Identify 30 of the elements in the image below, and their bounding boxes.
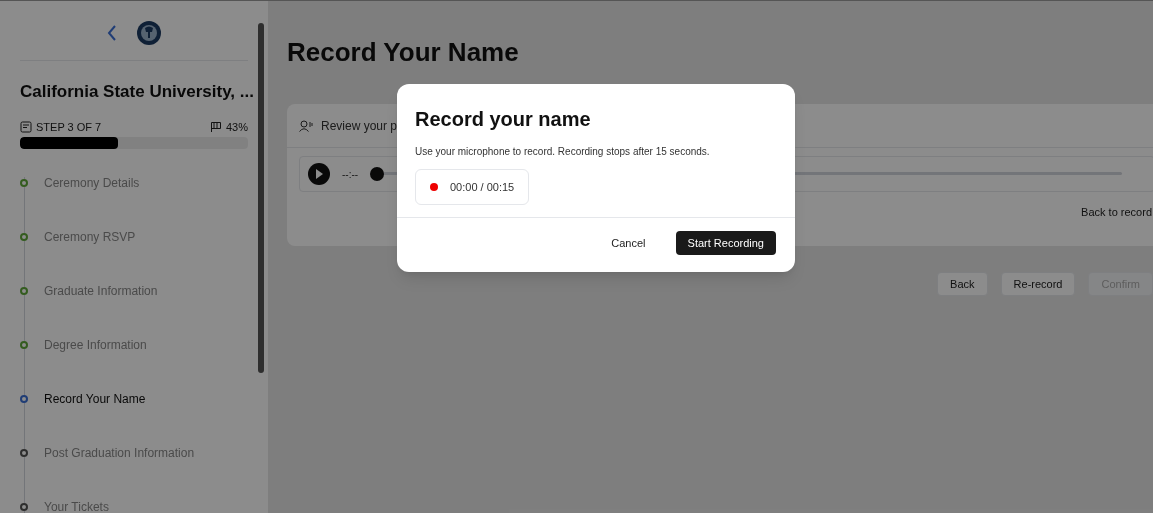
card-heading: Review your p — [321, 117, 398, 135]
action-button[interactable]: Re-record — [1000, 272, 1076, 296]
step-link[interactable]: Graduate Information — [44, 282, 158, 300]
start-recording-button[interactable]: Start Recording — [675, 231, 776, 255]
timer-text: 00:00 / 00:15 — [450, 179, 515, 195]
back-to-record-link[interactable]: Back to record — [1081, 204, 1152, 221]
play-button[interactable] — [308, 163, 330, 185]
step-link[interactable]: Record Your Name — [44, 390, 146, 408]
school-name: California State University, ... — [19, 81, 255, 103]
step-link[interactable]: Post Graduation Information — [44, 444, 195, 462]
flag-icon — [209, 120, 222, 133]
play-icon — [315, 169, 323, 179]
seek-thumb[interactable] — [370, 167, 385, 181]
step-link[interactable]: Degree Information — [44, 336, 147, 354]
cancel-button[interactable]: Cancel — [611, 234, 646, 252]
back-chevron-icon[interactable] — [107, 24, 117, 41]
form-icon — [20, 120, 32, 133]
step-link[interactable]: Ceremony Details — [44, 174, 140, 192]
step-link[interactable]: Your Tickets — [44, 498, 109, 513]
voice-icon — [299, 119, 313, 132]
dialog-description: Use your microphone to record. Recording stops after 15 seconds. — [414, 145, 711, 159]
university-seal-icon — [137, 20, 161, 45]
action-button[interactable]: Back — [937, 272, 988, 296]
scrollbar[interactable] — [258, 23, 264, 373]
step-counter: STEP 3 OF 7 — [36, 119, 102, 135]
dialog-title: Record your name — [414, 107, 592, 132]
step-link[interactable]: Ceremony RSVP — [44, 228, 136, 246]
progress-percent: 43% — [225, 119, 248, 135]
page-title: Record Your Name — [287, 36, 520, 69]
elapsed-time: --:-- — [342, 167, 359, 182]
